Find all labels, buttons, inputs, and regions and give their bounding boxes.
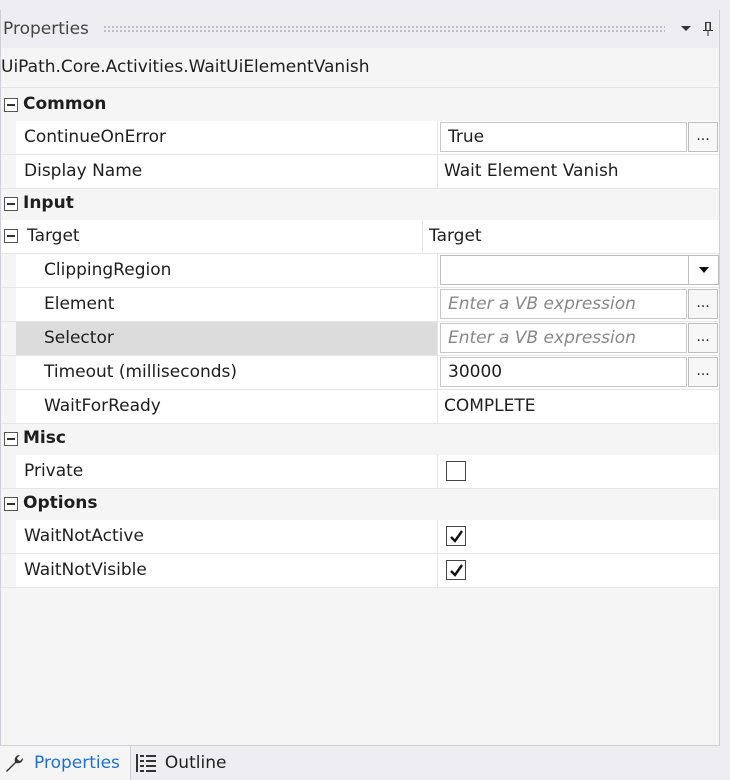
property-name[interactable]: WaitNotActive [16,520,438,553]
collapse-icon[interactable] [4,432,18,446]
property-row-clippingregion: ClippingRegion [1,254,719,288]
target-value: Target [429,226,482,246]
collapse-icon[interactable] [4,229,18,243]
waitforready-value[interactable]: COMPLETE [438,390,719,423]
clippingregion-dropdown[interactable] [440,255,719,285]
element-input[interactable]: Enter a VB expression [440,289,687,319]
ellipsis-button[interactable]: ... [688,122,718,152]
property-row-waitforready: WaitForReady COMPLETE [1,390,719,424]
property-name[interactable]: Selector [16,322,438,355]
category-misc[interactable]: Misc [1,424,719,455]
private-checkbox[interactable] [446,461,466,481]
property-grid: Common ContinueOnError True ... Display … [1,90,719,588]
property-name[interactable]: ContinueOnError [16,121,438,154]
properties-titlebar: Properties [0,10,720,48]
tab-label: Properties [34,753,120,773]
property-row-element: Element Enter a VB expression ... [1,288,719,322]
wrench-icon [4,752,26,774]
property-name[interactable]: Private [16,455,438,488]
collapse-icon[interactable] [4,98,18,112]
collapse-icon[interactable] [4,197,18,211]
ellipsis-button[interactable]: ... [688,323,718,353]
property-row-private: Private [1,455,719,489]
property-row-waitnotvisible: WaitNotVisible [1,554,719,588]
property-row-timeout: Timeout (milliseconds) 30000 ... [1,356,719,390]
ellipsis-button[interactable]: ... [688,289,718,319]
checkmark-icon [450,530,463,543]
property-row-continueonerror: ContinueOnError True ... [1,121,719,155]
titlebar-grip[interactable] [102,25,665,33]
category-label: Misc [23,428,66,448]
dropdown-arrow-icon[interactable] [688,256,718,284]
pin-icon[interactable] [697,18,719,40]
property-name[interactable]: Element [16,288,438,321]
properties-panel: UiPath.Core.Activities.WaitUiElementVani… [0,48,720,746]
tab-outline[interactable]: Outline [131,746,237,780]
outline-list-icon [135,752,157,774]
bottom-tab-strip: Properties Outline [0,746,730,780]
tab-properties[interactable]: Properties [0,746,131,780]
property-name[interactable]: Display Name [16,155,438,188]
panel-title: Properties [3,19,89,39]
tab-label: Outline [164,753,227,773]
category-options[interactable]: Options [1,489,719,520]
waitnotvisible-checkbox[interactable] [446,560,466,580]
displayname-value[interactable]: Wait Element Vanish [438,155,719,188]
property-name[interactable]: Timeout (milliseconds) [16,356,438,389]
chevron-down-icon[interactable] [675,18,697,40]
category-input[interactable]: Input [1,189,719,220]
category-common[interactable]: Common [1,90,719,121]
property-name[interactable]: WaitNotVisible [16,554,438,587]
property-row-selector: Selector Enter a VB expression ... [1,322,719,356]
category-label: Options [23,493,98,513]
collapse-icon[interactable] [4,497,18,511]
activity-type-name: UiPath.Core.Activities.WaitUiElementVani… [1,48,719,88]
property-name: Target [27,226,80,246]
continueonerror-input[interactable]: True [440,122,687,152]
checkmark-icon [450,564,463,577]
property-row-target: Target Target [1,220,719,254]
property-name[interactable]: ClippingRegion [16,254,438,287]
property-row-displayname: Display Name Wait Element Vanish [1,155,719,189]
timeout-input[interactable]: 30000 [440,357,687,387]
waitnotactive-checkbox[interactable] [446,526,466,546]
category-label: Common [23,94,107,114]
property-name[interactable]: WaitForReady [16,390,438,423]
selector-input[interactable]: Enter a VB expression [440,323,687,353]
category-label: Input [23,193,74,213]
property-row-waitnotactive: WaitNotActive [1,520,719,554]
ellipsis-button[interactable]: ... [688,357,718,387]
